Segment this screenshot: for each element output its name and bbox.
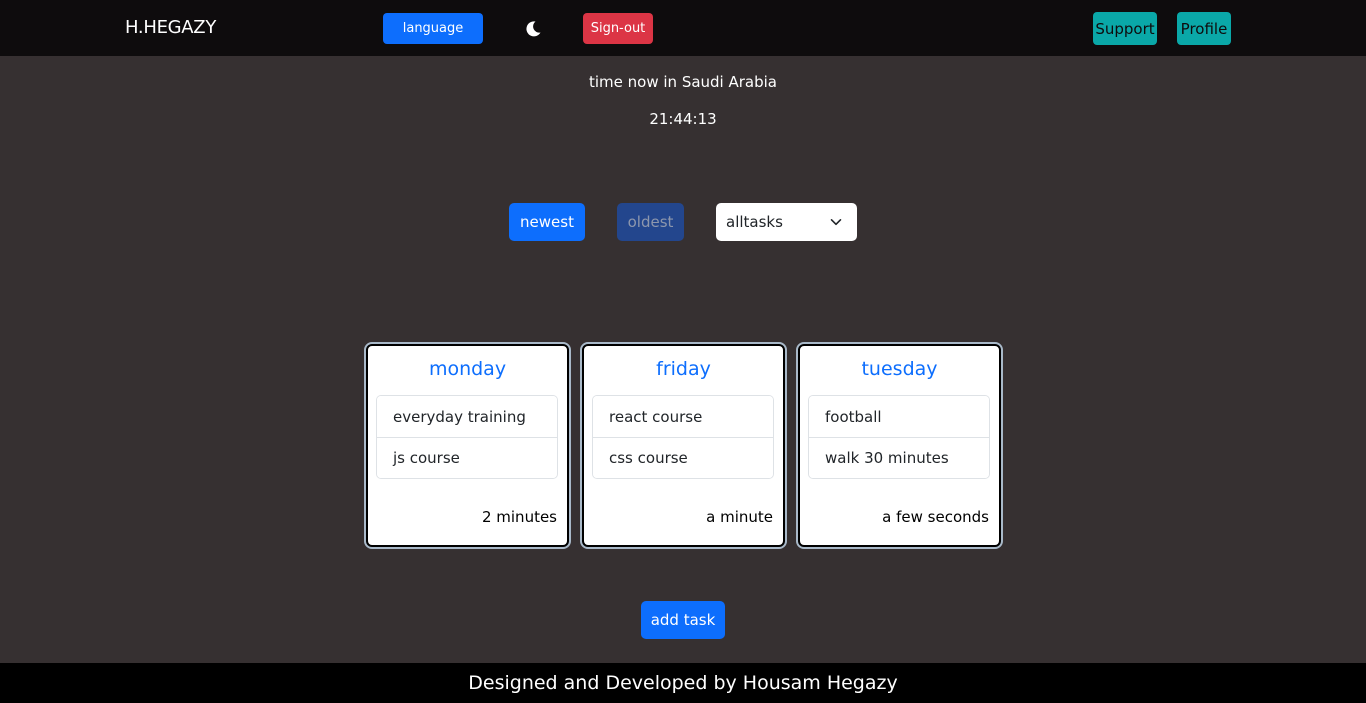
add-task-button[interactable]: add task <box>641 601 725 639</box>
task-card: monday everyday training js course 2 min… <box>366 344 569 547</box>
moon-icon[interactable] <box>523 19 543 39</box>
task-list: react course css course <box>592 395 774 479</box>
clock-label: time now in Saudi Arabia <box>589 73 777 91</box>
task-item: football <box>809 396 989 437</box>
task-item: js course <box>377 437 557 478</box>
clock-value: 21:44:13 <box>649 110 717 128</box>
card-time-ago: a minute <box>706 508 773 526</box>
card-day-title: friday <box>656 358 711 380</box>
task-list: football walk 30 minutes <box>808 395 990 479</box>
card-time-ago: a few seconds <box>882 508 989 526</box>
profile-button[interactable]: Profile <box>1177 12 1231 45</box>
task-item: walk 30 minutes <box>809 437 989 478</box>
sign-out-button[interactable]: Sign-out <box>583 13 653 44</box>
sort-oldest-button[interactable]: oldest <box>617 203 684 241</box>
navbar: H.HEGAZY language Sign-out Support Profi… <box>0 0 1366 56</box>
task-card: tuesday football walk 30 minutes a few s… <box>798 344 1001 547</box>
task-item: react course <box>593 396 773 437</box>
card-day-title: tuesday <box>861 358 938 380</box>
card-time-ago: 2 minutes <box>481 508 557 526</box>
footer-text: Designed and Developed by Housam Hegazy <box>468 672 898 694</box>
language-button[interactable]: language <box>383 13 483 44</box>
task-filter-select[interactable]: alltasks <box>716 203 857 241</box>
task-list: everyday training js course <box>376 395 558 479</box>
task-item: css course <box>593 437 773 478</box>
task-filter-value: alltasks <box>726 213 783 231</box>
support-button[interactable]: Support <box>1093 12 1157 45</box>
card-day-title: monday <box>428 358 507 380</box>
footer: Designed and Developed by Housam Hegazy <box>0 663 1366 703</box>
chevron-down-icon <box>830 219 842 226</box>
sort-newest-button[interactable]: newest <box>509 203 585 241</box>
brand-logo[interactable]: H.HEGAZY <box>125 17 216 38</box>
task-card: friday react course css course a minute <box>582 344 785 547</box>
task-item: everyday training <box>377 396 557 437</box>
